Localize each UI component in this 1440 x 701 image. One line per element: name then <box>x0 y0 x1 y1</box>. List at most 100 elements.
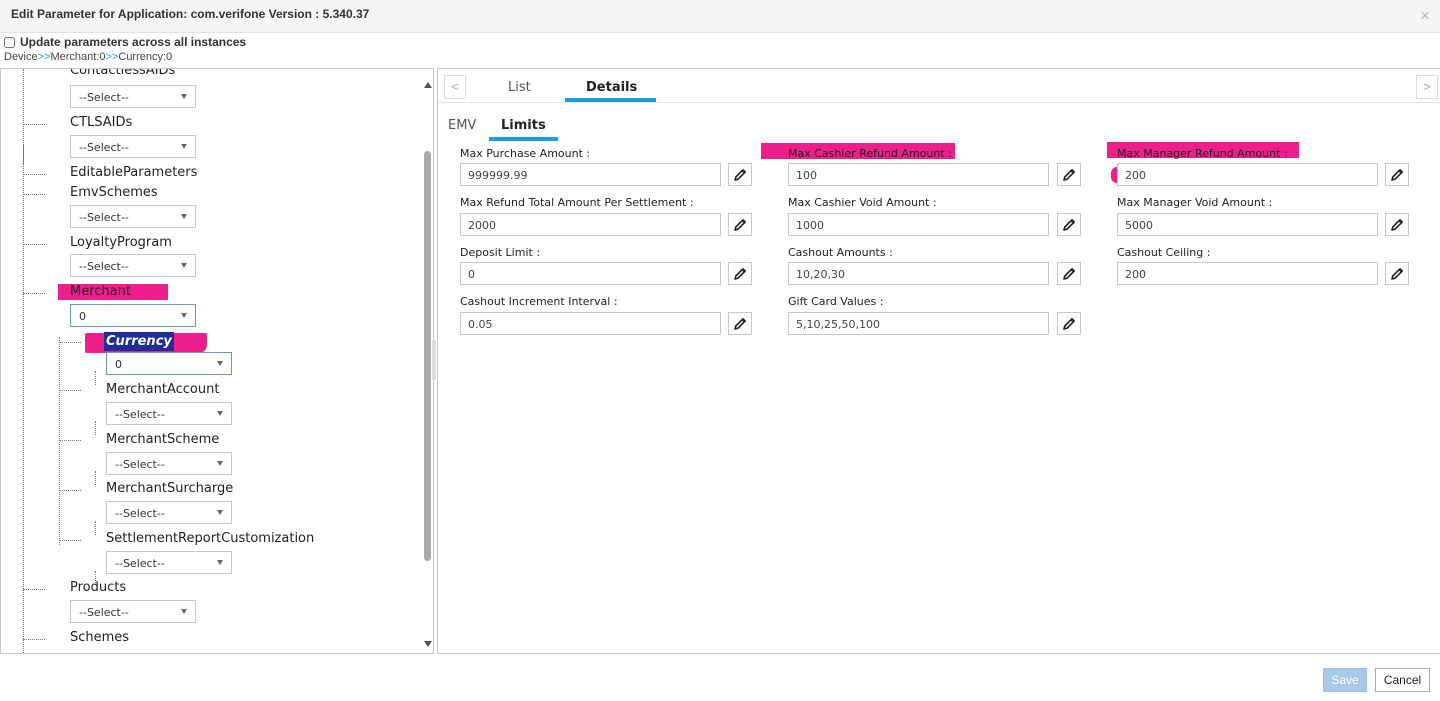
breadcrumb-currency[interactable]: Currency:0 <box>118 51 172 63</box>
edit-max-manager-refund-amount-button[interactable] <box>1385 163 1409 186</box>
max-refund-total-amount-field[interactable]: 2000 <box>460 213 721 236</box>
tabs-divider <box>438 102 1440 103</box>
emv-schemes-select[interactable]: --Select-- <box>70 205 196 228</box>
tab-scroll-right-icon[interactable]: > <box>1416 75 1438 99</box>
edit-max-cashier-void-amount-button[interactable] <box>1057 213 1081 236</box>
update-all-instances-checkbox[interactable] <box>4 36 15 48</box>
currency-select[interactable]: 0 <box>106 352 232 375</box>
panel-splitter-handle[interactable] <box>432 340 436 380</box>
pencil-icon <box>1391 268 1403 280</box>
cashout-increment-interval-field[interactable]: 0.05 <box>460 312 721 335</box>
tree-node-contactless-aids[interactable]: ContactlessAIDs <box>70 69 175 78</box>
details-panel: < > List Details EMV Limits Max Purchase… <box>437 68 1440 654</box>
tab-list[interactable]: List <box>508 80 531 95</box>
tree-line <box>23 144 24 164</box>
deposit-limit-field[interactable]: 0 <box>460 262 721 285</box>
select-value: --Select-- <box>79 91 129 104</box>
max-manager-void-amount-field[interactable]: 5000 <box>1117 213 1378 236</box>
max-purchase-amount-field[interactable]: 999999.99 <box>460 163 721 186</box>
select-value: --Select-- <box>115 557 165 570</box>
update-all-instances-row[interactable]: Update parameters across all instances <box>3 34 246 50</box>
tree-node-settlement-report-customization[interactable]: SettlementReportCustomization <box>106 531 314 546</box>
subtab-emv[interactable]: EMV <box>448 118 476 133</box>
breadcrumb-separator: >> <box>105 51 119 63</box>
deposit-limit-label: Deposit Limit : <box>460 246 541 259</box>
edit-max-manager-void-amount-button[interactable] <box>1385 213 1409 236</box>
tree-node-merchant[interactable]: Merchant <box>70 284 131 299</box>
merchant-scheme-select[interactable]: --Select-- <box>106 452 232 475</box>
tree-line <box>59 337 60 545</box>
tree-node-ctlsaids[interactable]: CTLSAIDs <box>70 115 132 130</box>
cancel-button[interactable]: Cancel <box>1375 668 1430 692</box>
edit-cashout-amounts-button[interactable] <box>1057 262 1081 285</box>
edit-gift-card-values-button[interactable] <box>1057 312 1081 335</box>
edit-cashout-ceiling-button[interactable] <box>1385 262 1409 285</box>
tree-node-schemes[interactable]: Schemes <box>70 630 129 645</box>
pencil-icon <box>1391 219 1403 231</box>
tree-scrollbar-thumb[interactable] <box>424 151 431 561</box>
edit-cashout-increment-interval-button[interactable] <box>728 312 752 335</box>
select-value: 0 <box>115 358 122 371</box>
cashout-amounts-field[interactable]: 10,20,30 <box>788 262 1049 285</box>
tree-node-merchant-scheme[interactable]: MerchantScheme <box>106 432 219 447</box>
tree-line <box>95 521 96 535</box>
tree-line <box>23 244 45 245</box>
tree-node-merchant-account[interactable]: MerchantAccount <box>106 382 219 397</box>
contactless-aids-select[interactable]: --Select-- <box>70 85 196 108</box>
merchant-surcharge-select[interactable]: --Select-- <box>106 501 232 524</box>
tree-line <box>23 124 45 125</box>
edit-max-cashier-refund-amount-button[interactable] <box>1057 163 1081 186</box>
tab-details[interactable]: Details <box>586 80 637 95</box>
caret-down-icon <box>217 361 223 366</box>
pencil-icon <box>1063 268 1075 280</box>
edit-max-refund-total-amount-button[interactable] <box>728 213 752 236</box>
edit-max-purchase-amount-button[interactable] <box>728 163 752 186</box>
max-cashier-void-amount-field[interactable]: 1000 <box>788 213 1049 236</box>
tree-node-products[interactable]: Products <box>70 580 126 595</box>
breadcrumb: Device>>Merchant:0>>Currency:0 <box>4 51 172 63</box>
caret-down-icon <box>181 144 187 149</box>
tree-line <box>59 490 81 491</box>
tree-line <box>95 371 96 385</box>
scroll-down-arrow-icon[interactable] <box>424 641 432 647</box>
products-select[interactable]: --Select-- <box>70 600 196 623</box>
max-cashier-refund-amount-field[interactable]: 100 <box>788 163 1049 186</box>
caret-down-icon <box>217 560 223 565</box>
merchant-account-select[interactable]: --Select-- <box>106 402 232 425</box>
max-refund-total-amount-label: Max Refund Total Amount Per Settlement : <box>460 196 694 209</box>
tree-node-emv-schemes[interactable]: EmvSchemes <box>70 185 158 200</box>
close-icon[interactable]: × <box>1420 7 1430 24</box>
max-cashier-void-amount-label: Max Cashier Void Amount : <box>788 196 937 209</box>
max-manager-refund-amount-field[interactable]: 200 <box>1117 163 1378 186</box>
caret-down-icon <box>181 313 187 318</box>
tab-scroll-left-icon[interactable]: < <box>444 75 466 99</box>
tree-node-loyalty-program[interactable]: LoyaltyProgram <box>70 235 172 250</box>
caret-down-icon <box>181 94 187 99</box>
tree-line <box>59 342 81 343</box>
loyalty-program-select[interactable]: --Select-- <box>70 254 196 277</box>
save-button[interactable]: Save <box>1323 668 1367 692</box>
dialog-title-bar: Edit Parameter for Application: com.veri… <box>0 0 1440 33</box>
breadcrumb-device[interactable]: Device <box>4 51 38 63</box>
breadcrumb-merchant[interactable]: Merchant:0 <box>50 51 105 63</box>
tree-node-currency[interactable]: Currency <box>106 334 172 349</box>
select-value: --Select-- <box>115 507 165 520</box>
active-subtab-indicator <box>489 137 558 141</box>
merchant-select[interactable]: 0 <box>70 304 196 327</box>
edit-deposit-limit-button[interactable] <box>728 262 752 285</box>
cashout-ceiling-field[interactable]: 200 <box>1117 262 1378 285</box>
cashout-ceiling-label: Cashout Ceiling : <box>1117 246 1211 259</box>
settlement-report-customization-select[interactable]: --Select-- <box>106 551 232 574</box>
ctlsaids-select[interactable]: --Select-- <box>70 135 196 158</box>
subtab-limits[interactable]: Limits <box>501 118 546 133</box>
tree-node-merchant-surcharge[interactable]: MerchantSurcharge <box>106 481 233 496</box>
tree-line <box>59 440 81 441</box>
scroll-up-arrow-icon[interactable] <box>424 82 432 88</box>
select-value: --Select-- <box>79 606 129 619</box>
pencil-icon <box>734 268 746 280</box>
caret-down-icon <box>181 214 187 219</box>
gift-card-values-field[interactable]: 5,10,25,50,100 <box>788 312 1049 335</box>
tree-line <box>23 589 45 590</box>
tree-node-editable-parameters[interactable]: EditableParameters <box>70 165 197 180</box>
max-cashier-refund-amount-label: Max Cashier Refund Amount : <box>788 147 952 160</box>
